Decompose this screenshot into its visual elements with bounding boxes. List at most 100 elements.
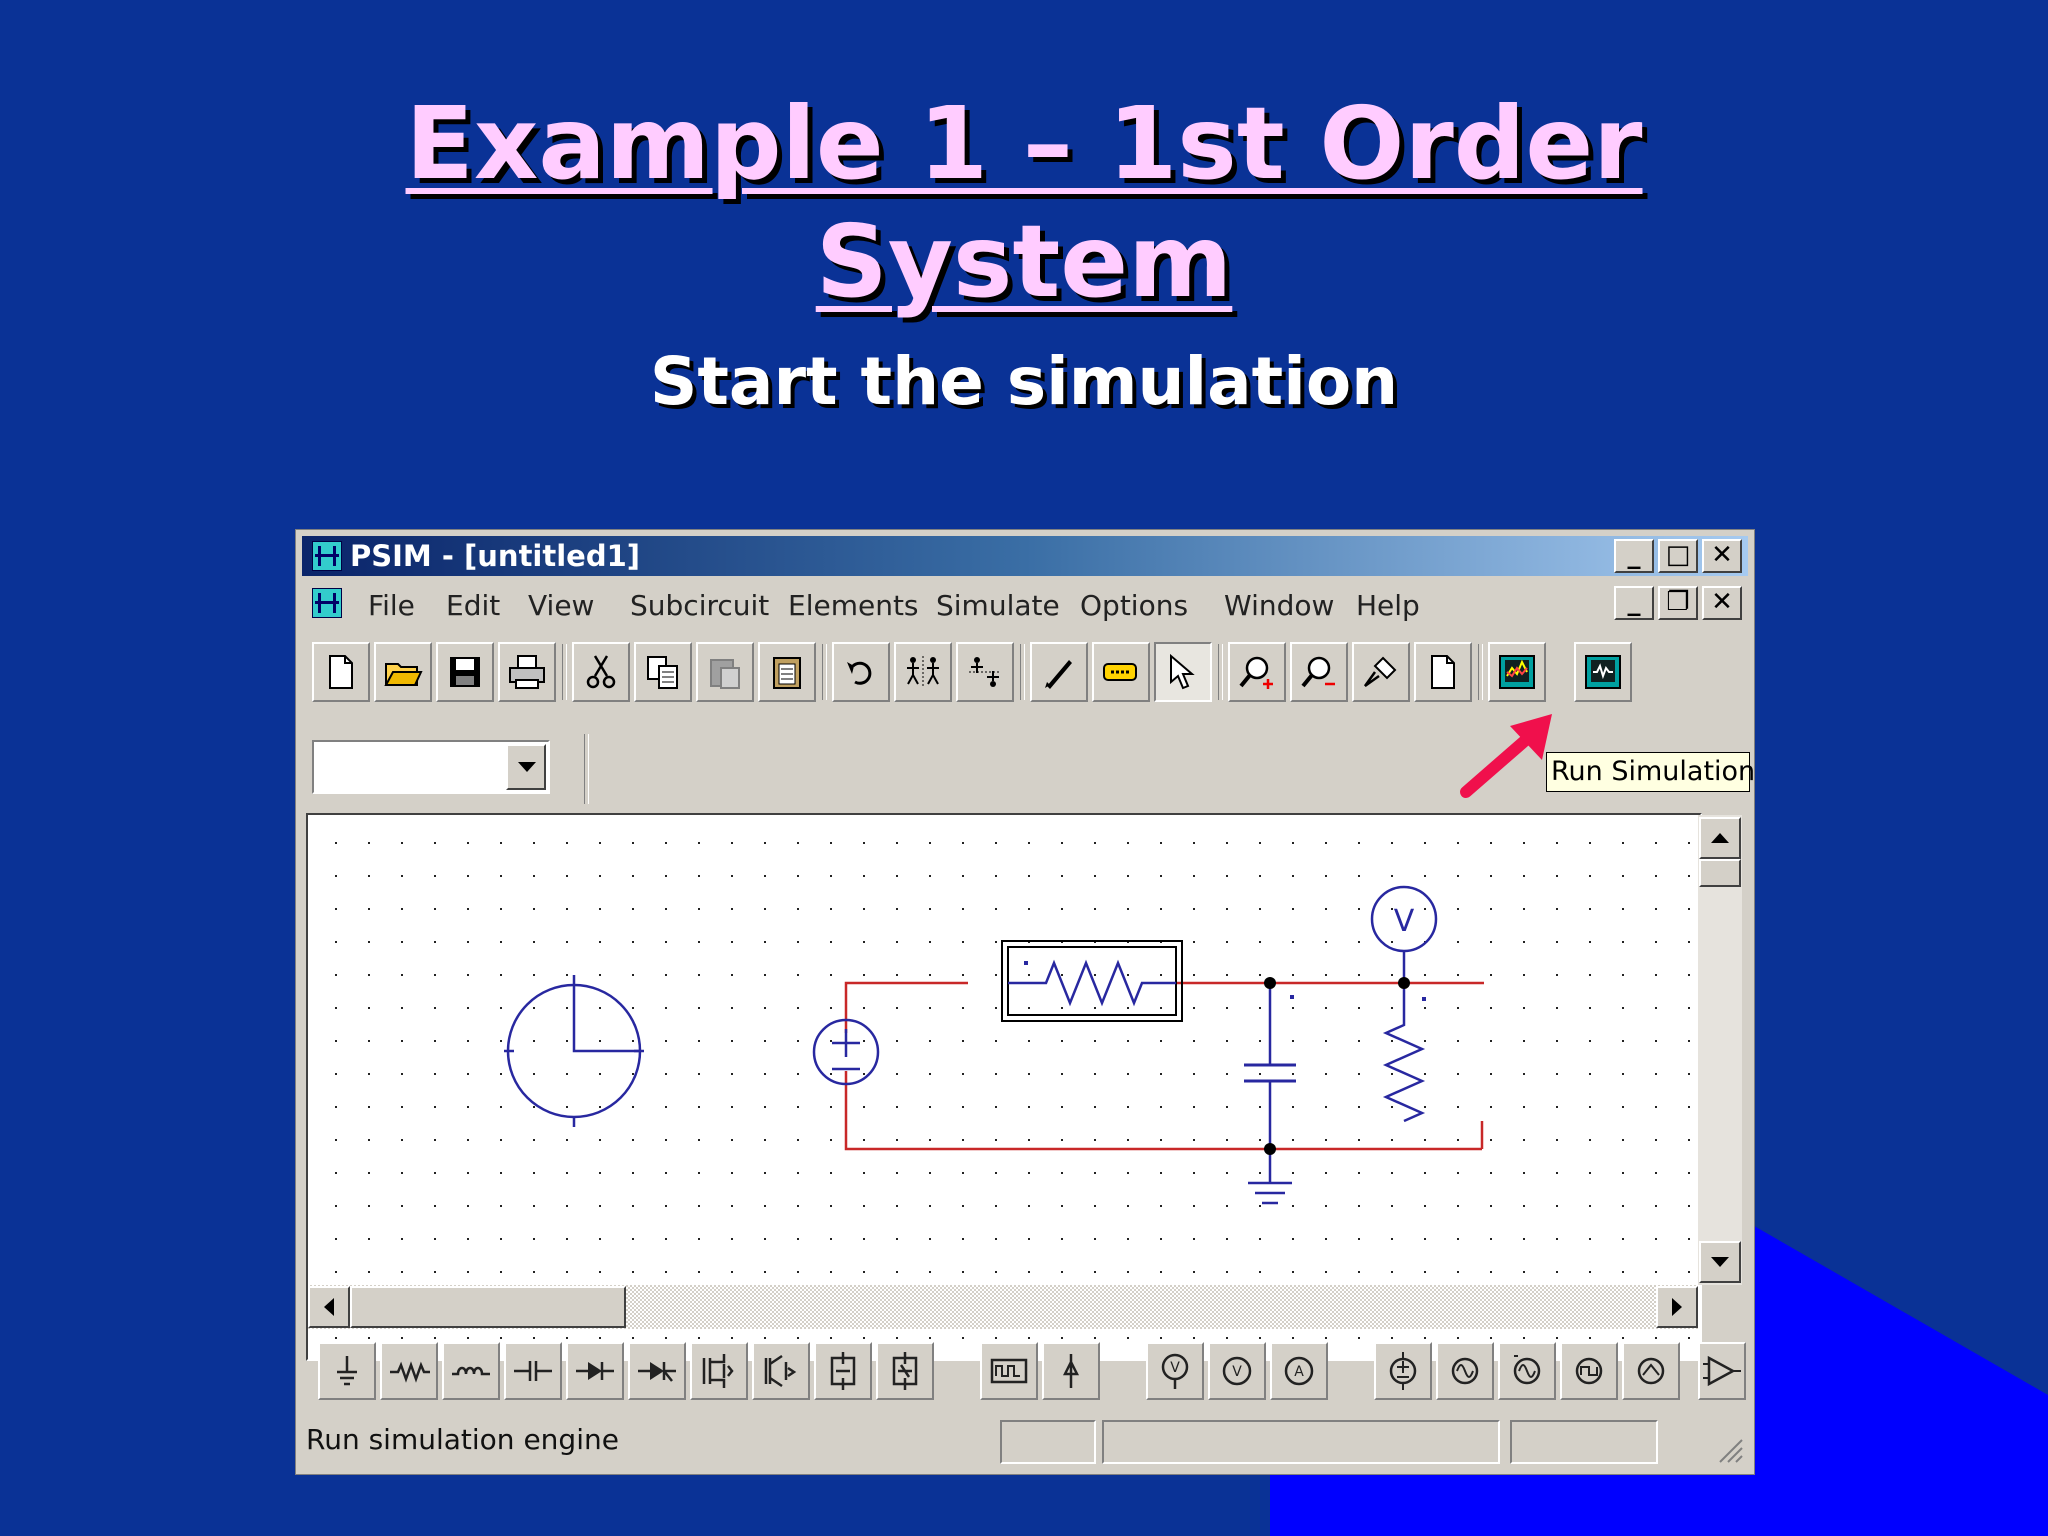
diode-button[interactable] <box>566 1342 624 1400</box>
left-arrow-icon <box>324 1298 334 1316</box>
dc-voltage-source-button[interactable] <box>1374 1342 1432 1400</box>
switch-button[interactable] <box>814 1342 872 1400</box>
up-arrow-icon <box>1711 833 1729 843</box>
open-button[interactable] <box>374 642 432 702</box>
voltage-probe-button[interactable]: V <box>1146 1342 1204 1400</box>
vertical-scrollbar[interactable] <box>1698 815 1742 1285</box>
doc-close-button[interactable]: ✕ <box>1702 586 1742 620</box>
flip-tb-button[interactable] <box>956 642 1014 702</box>
scroll-down-button[interactable] <box>1699 1241 1741 1283</box>
comparator-button[interactable] <box>1698 1342 1746 1400</box>
scroll-right-button[interactable] <box>1656 1286 1698 1328</box>
save-disk-icon <box>450 657 480 687</box>
doc-minimize-button[interactable]: _ <box>1614 586 1654 620</box>
psim-window: PSIM - [untitled1] _ □ ✕ File Edit View … <box>295 529 1755 1475</box>
switch2-button[interactable] <box>876 1342 934 1400</box>
diode-icon <box>576 1362 614 1380</box>
status-pane-2 <box>1102 1420 1500 1464</box>
gating-block-button[interactable] <box>980 1342 1038 1400</box>
window-title: PSIM - [untitled1] <box>350 539 641 573</box>
menu-window[interactable]: Window <box>1224 590 1334 622</box>
down-arrow-icon <box>1711 1257 1729 1267</box>
minimize-button[interactable]: _ <box>1614 539 1654 573</box>
copy-button[interactable] <box>634 642 692 702</box>
element-combo-box[interactable] <box>312 740 550 794</box>
menu-subcircuit[interactable]: Subcircuit <box>630 590 769 622</box>
menu-view[interactable]: View <box>528 590 594 622</box>
select-button[interactable] <box>1154 642 1212 702</box>
igbt-icon <box>764 1354 797 1388</box>
mosfet-button[interactable] <box>690 1342 748 1400</box>
schematic-canvas[interactable]: V <box>306 813 1702 1361</box>
resistor-icon <box>390 1361 430 1383</box>
resistor-button[interactable] <box>380 1342 438 1400</box>
square-source-icon <box>1575 1357 1603 1385</box>
wire-button[interactable] <box>1030 642 1088 702</box>
new-file-button[interactable] <box>312 642 370 702</box>
zoom-out-icon <box>1301 656 1335 688</box>
document-icon[interactable] <box>312 588 342 618</box>
paste-button[interactable] <box>696 642 754 702</box>
clipboard-button[interactable] <box>758 642 816 702</box>
dc-source-button[interactable] <box>1042 1342 1100 1400</box>
scroll-left-button[interactable] <box>308 1286 350 1328</box>
ground-button[interactable] <box>318 1342 376 1400</box>
square-source-button[interactable] <box>1560 1342 1618 1400</box>
pan-button[interactable] <box>1352 642 1410 702</box>
triangle-source-icon <box>1637 1357 1665 1385</box>
vertical-scroll-thumb[interactable] <box>1699 859 1741 887</box>
label-button[interactable] <box>1092 642 1150 702</box>
menu-edit[interactable]: Edit <box>446 590 500 622</box>
combo-dropdown-button[interactable] <box>506 744 546 790</box>
print-button[interactable] <box>498 642 556 702</box>
zoom-out-button[interactable] <box>1290 642 1348 702</box>
schematic-drawing: V <box>308 815 1700 1359</box>
switch-icon <box>830 1352 856 1390</box>
svg-text:V: V <box>1232 1364 1242 1380</box>
psim-app-icon[interactable] <box>312 541 342 571</box>
voltage-probe-icon: V <box>1161 1353 1189 1389</box>
menu-file[interactable]: File <box>368 590 415 622</box>
resize-grip-icon[interactable] <box>1714 1434 1744 1464</box>
save-button[interactable] <box>436 642 494 702</box>
capacitor-button[interactable] <box>504 1342 562 1400</box>
horizontal-scroll-thumb[interactable] <box>350 1286 626 1328</box>
igbt-button[interactable] <box>752 1342 810 1400</box>
menu-options[interactable]: Options <box>1080 590 1188 622</box>
ammeter-button[interactable]: A <box>1270 1342 1328 1400</box>
inductor-button[interactable] <box>442 1342 500 1400</box>
status-bar: Run simulation engine <box>302 1414 1748 1468</box>
zoom-in-button[interactable] <box>1228 642 1286 702</box>
thyristor-button[interactable] <box>628 1342 686 1400</box>
ammeter-icon: A <box>1284 1356 1314 1386</box>
slide-title-line-2: System <box>815 203 1233 320</box>
close-button[interactable]: ✕ <box>1702 539 1742 573</box>
simview-button[interactable] <box>1574 642 1632 702</box>
dc-source-icon <box>1062 1354 1080 1388</box>
new-file-icon <box>329 655 353 689</box>
menu-simulate[interactable]: Simulate <box>936 590 1060 622</box>
flip-lr-icon <box>907 656 939 688</box>
clipboard-icon <box>773 657 801 689</box>
rotate-button[interactable] <box>832 642 890 702</box>
gating-block-icon <box>990 1358 1028 1384</box>
voltage-meter-icon: V <box>1222 1356 1252 1386</box>
simview-icon <box>1585 655 1621 689</box>
triangle-source-button[interactable] <box>1622 1342 1680 1400</box>
voltmeter-button[interactable]: V <box>1208 1342 1266 1400</box>
element-toolbar: V V A <box>318 1342 1748 1404</box>
menu-elements[interactable]: Elements <box>788 590 919 622</box>
sine-source-2-button[interactable] <box>1498 1342 1556 1400</box>
open-folder-icon <box>384 663 423 686</box>
sine-source-button[interactable] <box>1436 1342 1494 1400</box>
doc-restore-button[interactable]: ❐ <box>1658 586 1698 620</box>
window-titlebar[interactable]: PSIM - [untitled1] _ □ ✕ <box>302 536 1748 576</box>
flip-lr-button[interactable] <box>894 642 952 702</box>
cut-button[interactable] <box>572 642 630 702</box>
menu-help[interactable]: Help <box>1356 590 1420 622</box>
scroll-up-button[interactable] <box>1699 817 1741 859</box>
horizontal-scrollbar[interactable] <box>308 1285 1698 1329</box>
maximize-button[interactable]: □ <box>1658 539 1698 573</box>
sine-source-2-icon <box>1513 1355 1541 1385</box>
slide-subtitle: Start the simulation <box>649 343 1399 420</box>
